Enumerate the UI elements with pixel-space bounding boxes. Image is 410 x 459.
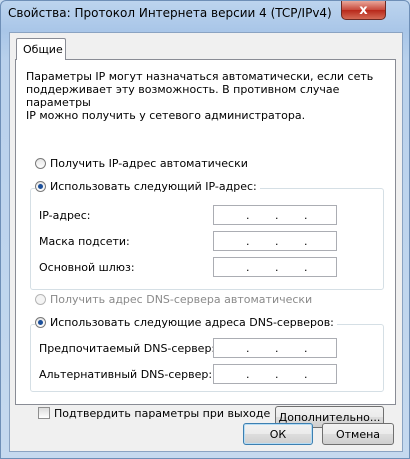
ip-dot: . <box>275 235 279 248</box>
ip-manual-group: IP-адрес: . . . Маска подсети: . . . Осн… <box>30 188 384 290</box>
advanced-button-label: Дополнительно... <box>278 410 381 424</box>
ip-dot: . <box>275 368 279 381</box>
ip-auto-radio[interactable] <box>35 158 46 169</box>
ip-address-input[interactable]: . . . <box>213 205 337 225</box>
ok-button[interactable]: ОК <box>243 423 313 445</box>
dns-auto-label: Получить адрес DNS-сервера автоматически <box>50 293 313 306</box>
ip-dot: . <box>275 209 279 222</box>
ip-dot: . <box>304 342 308 355</box>
default-gateway-label: Основной шлюз: <box>39 261 135 274</box>
ip-dot: . <box>246 342 250 355</box>
validate-checkbox[interactable] <box>38 407 50 419</box>
ip-dot: . <box>304 209 308 222</box>
dns-manual-option[interactable]: Использовать следующие адреса DNS-сервер… <box>35 316 337 329</box>
alternate-dns-input[interactable]: . . . <box>213 364 337 384</box>
ip-auto-label: Получить IP-адрес автоматически <box>50 157 248 170</box>
ip-manual-radio[interactable] <box>35 181 46 192</box>
cancel-button[interactable]: Отмена <box>322 423 394 445</box>
window-title: Свойства: Протокол Интернета версии 4 (T… <box>8 6 332 20</box>
ip-dot: . <box>246 261 250 274</box>
subnet-mask-input[interactable]: . . . <box>213 231 337 251</box>
preferred-dns-input[interactable]: . . . <box>213 338 337 358</box>
ip-dot: . <box>275 342 279 355</box>
alternate-dns-label: Альтернативный DNS-сервер: <box>39 368 213 381</box>
ip-auto-option[interactable]: Получить IP-адрес автоматически <box>35 157 248 170</box>
ip-dot: . <box>246 235 250 248</box>
cancel-button-label: Отмена <box>335 427 381 441</box>
dns-auto-radio[interactable] <box>35 294 46 305</box>
ip-dot: . <box>275 261 279 274</box>
description-text: Параметры IP могут назначаться автоматич… <box>26 70 374 122</box>
dns-manual-group: Предпочитаемый DNS-сервер: . . . Альтерн… <box>30 324 384 392</box>
dns-manual-radio[interactable] <box>35 317 46 328</box>
ip-dot: . <box>304 235 308 248</box>
close-icon: x <box>359 2 368 18</box>
dialog-client-area: Общие Параметры IP могут назначаться авт… <box>9 32 403 452</box>
ip-dot: . <box>304 368 308 381</box>
tab-general[interactable]: Общие <box>16 38 66 60</box>
subnet-mask-label: Маска подсети: <box>39 235 130 248</box>
ip-dot: . <box>304 261 308 274</box>
validate-label: Подтвердить параметры при выходе <box>54 407 271 420</box>
ip-dot: . <box>246 209 250 222</box>
default-gateway-input[interactable]: . . . <box>213 257 337 277</box>
tab-general-label: Общие <box>23 43 63 56</box>
dns-manual-label: Использовать следующие адреса DNS-сервер… <box>50 316 334 329</box>
preferred-dns-label: Предпочитаемый DNS-сервер: <box>39 342 216 355</box>
ip-dot: . <box>246 368 250 381</box>
dns-auto-option[interactable]: Получить адрес DNS-сервера автоматически <box>35 293 312 306</box>
ip-address-label: IP-адрес: <box>39 209 91 222</box>
dialog-window: Свойства: Протокол Интернета версии 4 (T… <box>0 0 410 459</box>
ip-manual-option[interactable]: Использовать следующий IP-адрес: <box>35 180 260 193</box>
tab-panel-general: Параметры IP могут назначаться автоматич… <box>15 59 396 428</box>
ip-manual-label: Использовать следующий IP-адрес: <box>50 180 257 193</box>
close-button[interactable]: x <box>341 1 386 20</box>
ok-button-label: ОК <box>269 427 287 441</box>
